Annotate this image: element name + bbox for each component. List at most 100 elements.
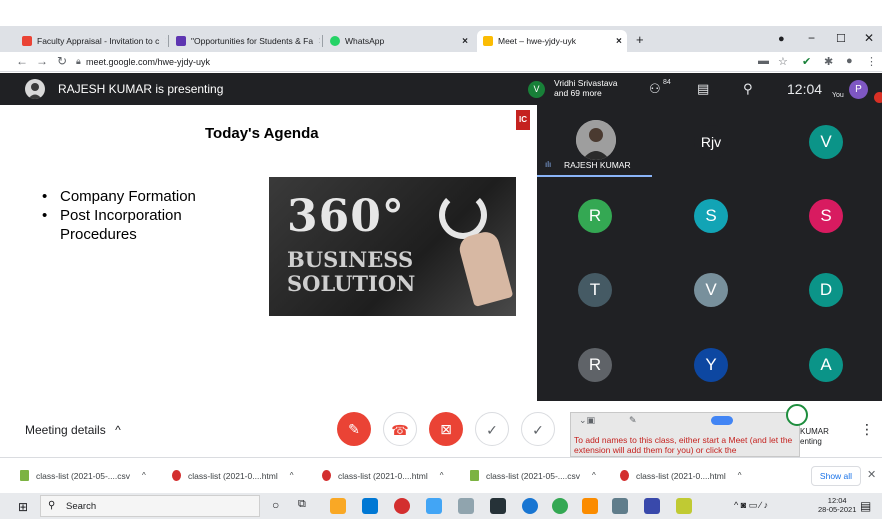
- download-item[interactable]: class-list (2021-0....html ^: [620, 470, 742, 481]
- camera-off-icon: ⊠: [440, 421, 452, 437]
- taskbar-time: 12:04: [827, 496, 847, 505]
- chat-icon[interactable]: ▤: [697, 81, 709, 97]
- attendance-check-button-2[interactable]: ✓: [521, 412, 555, 446]
- participant-summary-name: Vridhi Srivastava: [554, 78, 618, 88]
- taskbar-date: 28-05-2021: [818, 505, 857, 514]
- meet-icon: [483, 36, 493, 46]
- profile-icon[interactable]: ●: [778, 33, 785, 45]
- participant-tile[interactable]: Rjv: [694, 125, 728, 159]
- extension-edit-icon[interactable]: ✎: [629, 415, 637, 426]
- app-icon[interactable]: [612, 498, 628, 514]
- presentation-slide: Today's Agenda IC Company Formation Post…: [0, 105, 537, 401]
- close-icon[interactable]: ✕: [867, 468, 876, 481]
- show-all-button[interactable]: Show all: [811, 466, 861, 486]
- participant-tile[interactable]: D: [809, 273, 843, 307]
- user-avatar[interactable]: P: [849, 80, 868, 99]
- camera-icon[interactable]: ▬: [758, 55, 769, 67]
- chevron-up-icon[interactable]: ^: [592, 471, 596, 480]
- people-icon[interactable]: ⚇: [649, 81, 661, 97]
- participant-tile[interactable]: V: [809, 125, 843, 159]
- hang-up-icon: ☎: [391, 422, 409, 438]
- close-icon[interactable]: ×: [456, 36, 468, 47]
- windows-start-icon[interactable]: ⊞: [18, 500, 28, 514]
- chevron-up-icon[interactable]: ^: [738, 471, 742, 480]
- taskbar-search[interactable]: ⚲ Search: [40, 495, 260, 517]
- windows-taskbar: ⊞ ⚲ Search ○ ⧉ ^ ◙ ▭ ∕ ♪ 12:04 28-05-202…: [0, 493, 882, 519]
- download-item[interactable]: class-list (2021-05-....csv ^: [20, 470, 146, 481]
- participant-tile[interactable]: Y: [694, 348, 728, 382]
- present-now-icon[interactable]: [786, 404, 808, 426]
- new-tab-button[interactable]: +: [636, 32, 644, 47]
- tab-faculty-appraisal[interactable]: Faculty Appraisal - Invitation to c ×: [16, 30, 166, 52]
- extension-dropdown-icon[interactable]: ⌄▣: [579, 415, 595, 426]
- you-label: You: [832, 92, 844, 99]
- puzzle-icon[interactable]: ✱: [824, 55, 833, 68]
- more-options-icon[interactable]: ⋮: [860, 421, 874, 438]
- participant-tile[interactable]: R: [578, 348, 612, 382]
- app-icon[interactable]: [582, 498, 598, 514]
- presenter-fragment: KUMAR enting: [800, 427, 829, 447]
- star-icon[interactable]: ☆: [778, 55, 788, 68]
- activities-icon[interactable]: ⚲: [743, 81, 753, 97]
- participant-tile[interactable]: R: [578, 199, 612, 233]
- app-icon[interactable]: [676, 498, 692, 514]
- participant-tile[interactable]: S: [694, 199, 728, 233]
- participant-tile[interactable]: A: [809, 348, 843, 382]
- mail-icon[interactable]: [362, 498, 378, 514]
- app-icon[interactable]: [490, 498, 506, 514]
- leave-call-button[interactable]: ☎: [383, 412, 417, 446]
- participant-summary[interactable]: Vridhi Srivastava and 69 more: [554, 78, 617, 98]
- check-icon: ✓: [532, 422, 544, 438]
- download-item[interactable]: class-list (2021-0....html ^: [322, 470, 444, 481]
- participant-tile[interactable]: V: [694, 273, 728, 307]
- extension-toggle[interactable]: [711, 416, 733, 425]
- account-icon[interactable]: ●: [846, 55, 853, 67]
- file-explorer-icon[interactable]: [330, 498, 346, 514]
- extension-popup[interactable]: ⌄▣ ✎ To add names to this class, either …: [570, 412, 800, 457]
- meeting-details-button[interactable]: Meeting details ^: [25, 423, 121, 437]
- system-tray-icons[interactable]: ^ ◙ ▭ ∕ ♪: [734, 500, 768, 511]
- rotation-arrow-icon: [439, 191, 487, 239]
- chrome-icon[interactable]: [552, 498, 568, 514]
- task-view-icon[interactable]: ⧉: [298, 498, 306, 511]
- download-label: class-list (2021-0....html: [188, 470, 278, 481]
- address-bar[interactable]: meet.google.com/hwe-yjdy-uyk: [86, 54, 210, 70]
- mic-off-icon: ✎: [348, 421, 360, 437]
- download-item[interactable]: class-list (2021-05-....csv ^: [470, 470, 596, 481]
- cortana-icon[interactable]: ○: [272, 498, 279, 512]
- tab-label: Faculty Appraisal - Invitation to c: [37, 36, 160, 46]
- opera-icon[interactable]: [394, 498, 410, 514]
- participant-tile[interactable]: T: [578, 273, 612, 307]
- download-label: class-list (2021-0....html: [636, 470, 726, 481]
- close-icon[interactable]: ×: [313, 36, 320, 47]
- app-icon[interactable]: [458, 498, 474, 514]
- forward-icon[interactable]: →: [36, 54, 48, 68]
- chevron-up-icon[interactable]: ^: [290, 471, 294, 480]
- attendance-check-button[interactable]: ✓: [475, 412, 509, 446]
- reload-icon[interactable]: ↻: [57, 54, 67, 68]
- chevron-up-icon[interactable]: ^: [440, 471, 444, 480]
- window-close-icon[interactable]: ✕: [864, 31, 874, 45]
- tab-opportunities[interactable]: "Opportunities for Students & Fa ×: [170, 30, 320, 52]
- meet-controls-bar: Meeting details ^ ✎ ☎ ⊠ ✓ ✓ ⌄▣ ✎ To add …: [0, 401, 882, 457]
- minimize-icon[interactable]: −: [808, 31, 815, 45]
- close-icon[interactable]: ×: [610, 36, 622, 47]
- back-icon[interactable]: ←: [16, 54, 28, 68]
- notification-icon[interactable]: ▤: [860, 499, 871, 513]
- participant-tile[interactable]: S: [809, 199, 843, 233]
- edge-icon[interactable]: [522, 498, 538, 514]
- camera-off-button[interactable]: ⊠: [429, 412, 463, 446]
- chevron-up-icon[interactable]: ^: [142, 471, 146, 480]
- mic-off-button[interactable]: ✎: [337, 412, 371, 446]
- tab-whatsapp[interactable]: WhatsApp ×: [324, 30, 474, 52]
- tab-meet[interactable]: Meet – hwe-yjdy-uyk ×: [477, 30, 627, 52]
- taskbar-clock[interactable]: 12:04 28-05-2021: [818, 496, 856, 514]
- close-icon[interactable]: ×: [159, 36, 166, 47]
- maximize-icon[interactable]: ☐: [836, 32, 846, 45]
- app-icon[interactable]: [644, 498, 660, 514]
- download-item[interactable]: class-list (2021-0....html ^: [172, 470, 294, 481]
- speaking-icon: ılı: [545, 160, 552, 169]
- check-extension-icon[interactable]: ✔: [802, 55, 811, 68]
- photos-icon[interactable]: [426, 498, 442, 514]
- menu-icon[interactable]: ⋮: [866, 55, 877, 68]
